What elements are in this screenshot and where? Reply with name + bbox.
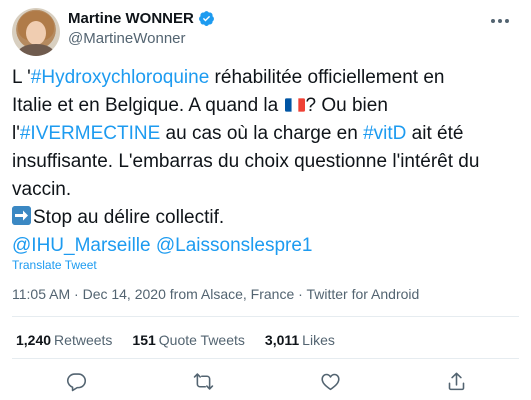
meta-separator: · <box>70 286 83 302</box>
tweet-line-4: insuffisante. L'embarras du choix questi… <box>12 151 480 172</box>
share-icon <box>448 372 464 390</box>
like-button[interactable] <box>317 368 343 394</box>
right-arrow-emoji-icon <box>12 206 31 225</box>
text-segment: L ' <box>12 67 31 88</box>
tweet-actions <box>0 368 531 396</box>
divider <box>12 316 519 317</box>
text-segment: ait été <box>406 123 464 144</box>
reply-icon <box>66 372 86 391</box>
quote-tweets-stat[interactable]: 151 Quote Tweets <box>132 332 245 348</box>
tweet-date[interactable]: Dec 14, 2020 <box>83 286 166 302</box>
avatar-face <box>26 21 46 45</box>
tweet-source[interactable]: Twitter for Android <box>306 286 419 302</box>
tweet-meta: 11:05 AM · Dec 14, 2020 from Alsace, Fra… <box>12 286 419 302</box>
hashtag-ivermectine[interactable]: #IVERMECTINE <box>20 123 160 144</box>
author-handle[interactable]: @MartineWonner <box>68 30 186 47</box>
avatar[interactable] <box>12 8 60 56</box>
tweet-line-3: l'#IVERMECTINE au cas où la charge en #v… <box>12 120 522 148</box>
avatar-body <box>18 44 54 56</box>
retweet-button[interactable] <box>190 368 216 394</box>
tweet-line-7: @IHU_Marseille @Laissonslespre1 <box>12 232 522 260</box>
retweet-icon <box>193 372 213 390</box>
retweets-label: Retweets <box>54 332 113 348</box>
tweet-line-1: L '#Hydroxychloroquine réhabilitée offic… <box>12 64 522 92</box>
likes-count: 3,011 <box>264 332 300 348</box>
author-name[interactable]: Martine WONNER <box>68 10 194 27</box>
tweet-text: L '#Hydroxychloroquine réhabilitée offic… <box>12 64 522 260</box>
mention-ihu-marseille[interactable]: @IHU_Marseille <box>12 235 151 256</box>
text-segment: au cas où la charge en <box>160 123 364 144</box>
france-flag-icon <box>284 98 305 112</box>
verified-badge-icon <box>198 11 214 26</box>
more-dots-icon[interactable] <box>488 12 512 30</box>
tweet-time[interactable]: 11:05 AM <box>12 286 70 302</box>
likes-stat[interactable]: 3,011 Likes <box>265 332 335 348</box>
meta-separator: · <box>294 286 307 302</box>
quote-tweets-count: 151 <box>132 332 156 348</box>
likes-label: Likes <box>302 332 335 348</box>
author-name-line[interactable]: Martine WONNER <box>68 10 215 27</box>
like-icon <box>320 373 340 390</box>
tweet-line-5: vaccin. <box>12 179 72 200</box>
text-segment: Italie et en Belgique. A quand la <box>12 95 284 116</box>
retweets-count: 1,240 <box>16 332 52 348</box>
translate-tweet-link[interactable]: Translate Tweet <box>12 258 97 272</box>
text-segment: Stop au délire collectif. <box>33 207 225 228</box>
tweet-card: Martine WONNER @MartineWonner L '#Hydrox… <box>0 0 531 400</box>
hashtag-vitd[interactable]: #vitD <box>363 123 406 144</box>
mention-laissonslespre1[interactable]: @Laissonslespre1 <box>156 235 313 256</box>
text-segment: ? Ou bien <box>305 95 388 116</box>
text-segment: l' <box>12 123 20 144</box>
divider <box>12 358 519 359</box>
text-segment: réhabilitée officiellement en <box>209 67 445 88</box>
tweet-line-2: Italie et en Belgique. A quand la ? Ou b… <box>12 92 522 120</box>
tweet-stats: 1,240 Retweets 151 Quote Tweets 3,011 Likes <box>16 332 355 348</box>
tweet-location: from Alsace, France <box>165 286 295 302</box>
hashtag-hydroxychloroquine[interactable]: #Hydroxychloroquine <box>31 67 210 88</box>
tweet-line-6: Stop au délire collectif. <box>12 204 522 232</box>
reply-button[interactable] <box>63 368 89 394</box>
quote-tweets-label: Quote Tweets <box>158 332 245 348</box>
retweets-stat[interactable]: 1,240 Retweets <box>16 332 112 348</box>
share-button[interactable] <box>443 368 469 394</box>
